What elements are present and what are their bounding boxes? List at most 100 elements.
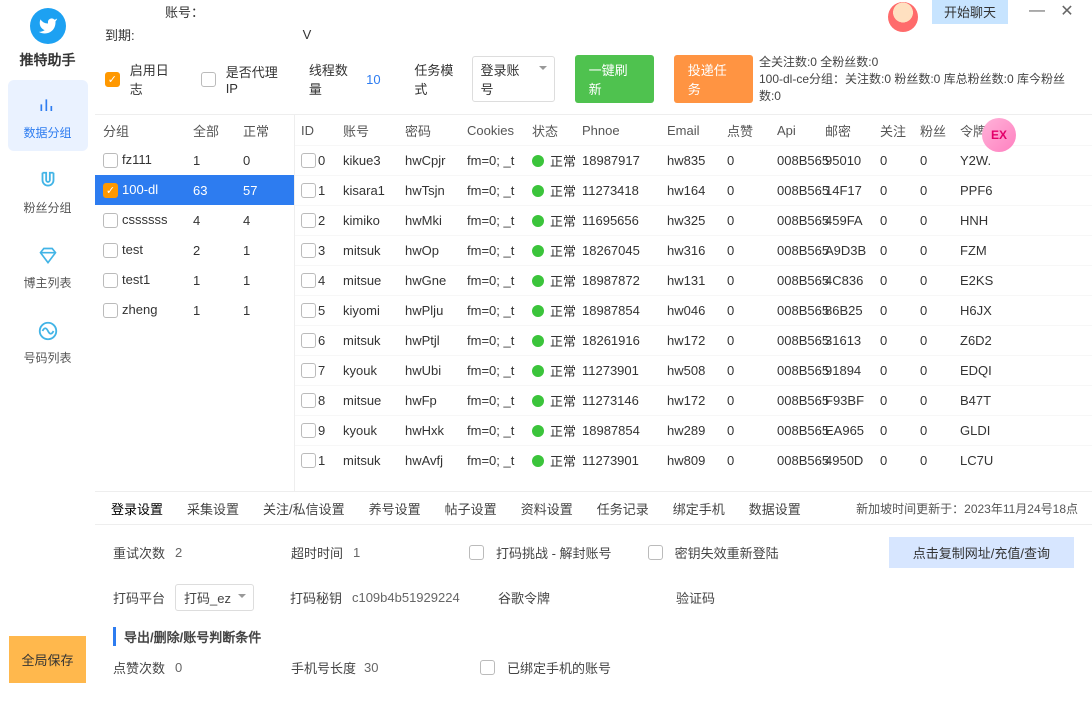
platform-select[interactable]: 打码_ez (175, 584, 254, 611)
challenge-checkbox[interactable] (469, 545, 484, 560)
secret-label: 打码秘钥 (290, 588, 344, 607)
retry-label: 重试次数 (113, 543, 167, 562)
tab-2[interactable]: 关注/私信设置 (251, 499, 357, 518)
row-checkbox[interactable] (301, 363, 316, 378)
row-checkbox[interactable] (301, 333, 316, 348)
tab-0[interactable]: 登录设置 (99, 499, 175, 518)
diamond-icon (34, 244, 62, 268)
ex-badge-icon: EX (982, 118, 1016, 152)
tab-4[interactable]: 帖子设置 (433, 499, 509, 518)
row-checkbox[interactable] (301, 183, 316, 198)
row-checkbox[interactable] (301, 393, 316, 408)
thread-count-value[interactable]: 10 (366, 72, 380, 87)
deliver-button[interactable]: 投递任务 (674, 55, 753, 103)
update-info: 新加坡时间更新于：2023年11月24号18点 (856, 500, 1088, 517)
group-checkbox[interactable] (103, 243, 118, 258)
minimize-button[interactable]: — (1022, 2, 1052, 20)
relogin-label: 密钥失效重新登陆 (675, 543, 779, 562)
group-row[interactable]: 100-dl6357 (95, 175, 294, 205)
group-panel: 分组 全部 正常 fz11110100-dl6357cssssss44test2… (95, 115, 295, 491)
table-row[interactable]: 7kyoukhwUbifm=0; _t正常11273901hw5080008B5… (295, 355, 1092, 385)
refresh-button[interactable]: 一键刷新 (575, 55, 654, 103)
group-checkbox[interactable] (103, 303, 118, 318)
row-checkbox[interactable] (301, 273, 316, 288)
status-dot-icon (532, 275, 544, 287)
table-row[interactable]: 1kisara1hwTsjnfm=0; _t正常11273418hw164000… (295, 175, 1092, 205)
start-chat-button[interactable]: 开始聊天 (932, 0, 1008, 24)
nav-fans-group[interactable]: 粉丝分组 (8, 155, 88, 226)
bar-chart-icon (34, 94, 62, 118)
table-row[interactable]: 1mitsukhwAvfjfm=0; _t正常11273901hw8090008… (295, 445, 1092, 475)
expire-label: 到期: (105, 25, 135, 44)
status-dot-icon (532, 305, 544, 317)
group-name: test (122, 242, 143, 257)
secret-input[interactable]: c109b4b51929224 (352, 590, 462, 605)
table-row[interactable]: 0kikue3hwCpjrfm=0; _t正常18987917hw8350008… (295, 145, 1092, 175)
row-checkbox[interactable] (301, 213, 316, 228)
close-button[interactable]: ✕ (1052, 1, 1082, 21)
nav-blogger-list[interactable]: 博主列表 (8, 230, 88, 301)
retry-value[interactable]: 2 (175, 545, 255, 560)
group-row[interactable]: fz11110 (95, 145, 294, 175)
table-row[interactable]: 5kiyomihwPljufm=0; _t正常18987854hw0460008… (295, 295, 1092, 325)
copy-url-button[interactable]: 点击复制网址/充值/查询 (889, 537, 1074, 568)
proxy-checkbox[interactable] (201, 72, 216, 87)
status-dot-icon (532, 215, 544, 227)
tab-8[interactable]: 数据设置 (737, 499, 813, 518)
bound-phone-label: 已绑定手机的账号 (507, 658, 611, 677)
account-label: 账号： (165, 2, 204, 21)
bound-phone-checkbox[interactable] (480, 660, 495, 675)
table-row[interactable]: 6mitsukhwPtjlfm=0; _t正常18261916hw1720008… (295, 325, 1092, 355)
nav-data-group[interactable]: 数据分组 (8, 80, 88, 151)
status-dot-icon (532, 185, 544, 197)
table-row[interactable]: 3mitsukhwOpfm=0; _t正常18267045hw3160008B5… (295, 235, 1092, 265)
table-row[interactable]: 4mitsuehwGnefm=0; _t正常18987872hw1310008B… (295, 265, 1092, 295)
group-all: 1 (193, 303, 243, 318)
enable-log-checkbox[interactable] (105, 72, 120, 87)
table-header: ID账号密码 Cookies状态Phnoe Email点赞Api 邮密关注粉丝 … (295, 115, 1092, 145)
task-mode-select[interactable]: 登录账号 (472, 56, 555, 102)
group-checkbox[interactable] (103, 213, 118, 228)
row-checkbox[interactable] (301, 453, 316, 468)
nav-number-list[interactable]: 号码列表 (8, 305, 88, 376)
group-all: 4 (193, 213, 243, 228)
row-checkbox[interactable] (301, 153, 316, 168)
task-mode-label: 任务模式 (414, 60, 465, 98)
group-row[interactable]: test21 (95, 235, 294, 265)
tab-6[interactable]: 任务记录 (585, 499, 661, 518)
global-save-button[interactable]: 全局保存 (9, 636, 85, 683)
tab-7[interactable]: 绑定手机 (661, 499, 737, 518)
group-checkbox[interactable] (103, 273, 118, 288)
titlebar: 账号： 开始聊天 — ✕ (95, 0, 1092, 22)
magnet-icon (34, 169, 62, 193)
tab-5[interactable]: 资料设置 (509, 499, 585, 518)
group-checkbox[interactable] (103, 183, 118, 198)
row-checkbox[interactable] (301, 243, 316, 258)
table-row[interactable]: 9kyoukhwHxkfm=0; _t正常18987854hw2890008B5… (295, 415, 1092, 445)
table-row[interactable]: 2kimikohwMkifm=0; _t正常11695656hw3250008B… (295, 205, 1092, 235)
group-checkbox[interactable] (103, 153, 118, 168)
group-row[interactable]: cssssss44 (95, 205, 294, 235)
timeout-label: 超时时间 (291, 543, 345, 562)
tab-3[interactable]: 养号设置 (357, 499, 433, 518)
status-dot-icon (532, 365, 544, 377)
tab-1[interactable]: 采集设置 (175, 499, 251, 518)
row-checkbox[interactable] (301, 303, 316, 318)
row-checkbox[interactable] (301, 423, 316, 438)
table-row[interactable]: 8mitsuehwFpfm=0; _t正常11273146hw1720008B5… (295, 385, 1092, 415)
status-dot-icon (532, 425, 544, 437)
stats-line1: 全关注数:0 全粉丝数:0 (759, 54, 1082, 71)
group-name: cssssss (122, 212, 168, 227)
expire-row: 到期: V (95, 22, 1092, 46)
group-ok: 0 (243, 153, 293, 168)
phone-len-value[interactable]: 30 (364, 660, 444, 675)
group-row[interactable]: zheng11 (95, 295, 294, 325)
group-ok: 1 (243, 243, 293, 258)
group-row[interactable]: test111 (95, 265, 294, 295)
relogin-checkbox[interactable] (648, 545, 663, 560)
status-dot-icon (532, 455, 544, 467)
timeout-value[interactable]: 1 (353, 545, 433, 560)
likes-value[interactable]: 0 (175, 660, 255, 675)
status-dot-icon (532, 335, 544, 347)
phone-len-label: 手机号长度 (291, 658, 356, 677)
